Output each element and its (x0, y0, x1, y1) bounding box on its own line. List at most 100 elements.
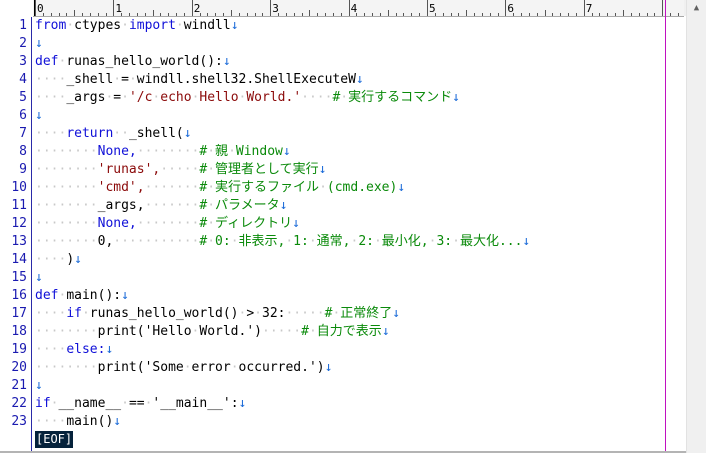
ruler-tick (411, 13, 413, 16)
whitespace-marker: ···· (35, 342, 67, 357)
line-break-icon: ↓ (35, 108, 43, 123)
code-line[interactable]: ····return··_shell(↓ (35, 125, 192, 143)
code-token: 'runas', (97, 162, 161, 177)
ruler-tick (505, 0, 507, 16)
whitespace-marker: · (66, 18, 75, 33)
whitespace-marker: · (452, 234, 460, 249)
code-token: windll (183, 18, 231, 33)
code-line[interactable]: ↓ (35, 107, 43, 125)
line-break-icon: ↓ (392, 306, 401, 321)
code-token: = (113, 90, 122, 105)
code-line[interactable]: ········print('Some·error·occurred.')↓ (35, 359, 332, 377)
whitespace-marker: ···· (301, 90, 333, 105)
code-line[interactable]: ········None,········#·親·Window↓ (35, 143, 291, 161)
code-token: 最大化... (459, 234, 523, 249)
ruler-tick (160, 13, 162, 16)
code-token: 'cmd', (97, 180, 145, 195)
whitespace-marker: · (254, 306, 262, 321)
code-line[interactable]: ↓ (35, 377, 43, 395)
code-line[interactable]: ········'runas',·····#·管理者として実行↓ (35, 161, 327, 179)
whitespace-marker: ···· (35, 72, 67, 87)
code-line[interactable]: ········0,···········#·0:·非表示,·1:·通常,·2:… (35, 233, 530, 251)
code-token: def (35, 288, 59, 303)
line-break-icon: ↓ (282, 144, 291, 159)
ruler-tick (607, 13, 609, 16)
code-token: 実行するコマンド (348, 90, 453, 105)
code-token: 最小化, (381, 234, 429, 249)
ruler-tick (82, 13, 84, 16)
whitespace-marker: ···· (35, 252, 67, 267)
code-line[interactable]: ↓ (35, 35, 43, 53)
code-token: return (66, 126, 114, 141)
whitespace-marker: ····· (285, 306, 325, 321)
code-line[interactable]: ········'cmd',·······#·実行するファイル·(cmd.exe… (35, 179, 405, 197)
code-line[interactable]: from·ctypes·import·windll↓ (35, 17, 239, 35)
ruler-tick (670, 13, 672, 16)
line-break-icon: ↓ (74, 252, 82, 267)
ruler-tick (458, 13, 460, 16)
code-line[interactable]: if·__name__·==·'__main__':↓ (35, 395, 246, 413)
code-token: main(): (66, 288, 122, 303)
ruler-tick (285, 13, 287, 16)
whitespace-marker: ····· (262, 324, 302, 339)
code-token: > (246, 306, 255, 321)
ruler-tick (262, 13, 264, 16)
ruler-tick (497, 13, 499, 16)
code-line[interactable]: ↓ (35, 269, 43, 287)
code-editor[interactable]: [EOF] from·ctypes·import·windll↓ ↓ def·run… (35, 17, 665, 453)
ruler-tick (238, 13, 240, 16)
ruler-number: 4 (350, 2, 358, 15)
ruler-tick (183, 13, 185, 16)
line-number: 10 (11, 180, 27, 195)
ruler-tick (293, 13, 295, 16)
line-number: 12 (11, 216, 27, 231)
whitespace-marker: · (207, 144, 216, 159)
ruler-tick (191, 0, 193, 16)
whitespace-marker: · (113, 72, 122, 87)
ruler-tick (560, 13, 562, 16)
ruler-tick (528, 13, 530, 16)
code-line[interactable]: def·runas_hello_world():↓ (35, 53, 231, 71)
code-line[interactable]: ····_args·=·'/c·echo·Hello·World.'····#·… (35, 89, 460, 107)
line-break-icon: ↓ (113, 414, 122, 429)
code-line[interactable]: ····_shell·=·windll.shell32.ShellExecute… (35, 71, 364, 89)
ruler-tick (395, 13, 397, 16)
code-line[interactable]: ····if·runas_hello_world()·>·32:·····#·正… (35, 305, 400, 323)
vertical-scrollbar[interactable]: ▲ (686, 0, 706, 453)
code-line[interactable]: def·main():↓ (35, 287, 129, 305)
line-break-icon: ↓ (279, 198, 288, 213)
code-token: ディレクトリ (215, 216, 293, 231)
whitespace-marker: · (230, 234, 239, 249)
code-token: 0, (97, 234, 114, 249)
code-line[interactable]: ········print('Hello·World.')·····#·自力で表… (35, 323, 390, 341)
ruler-tick (481, 13, 483, 16)
ruler-tick (654, 13, 656, 16)
code-line[interactable]: ········_args,·······#·パラメータ↓ (35, 197, 288, 215)
code-line[interactable]: ····else:↓ (35, 341, 113, 359)
code-token: from (35, 18, 67, 33)
code-line[interactable]: ····main()↓ (35, 413, 121, 431)
scroll-up-arrow-icon[interactable]: ▲ (687, 0, 706, 17)
code-line[interactable]: ····)↓ (35, 251, 82, 269)
code-line[interactable]: ········None,········#·ディレクトリ↓ (35, 215, 300, 233)
whitespace-marker: ···· (35, 414, 67, 429)
ruler-tick (442, 13, 444, 16)
line-number-gutter[interactable]: 1 2 3 4 5 6 7 8 9 10 11 12 13 14 15 16 17 18 19 20 21 22 23 (0, 17, 32, 453)
ruler-tick (207, 13, 209, 16)
ruler-number: 5 (429, 2, 436, 15)
line-break-icon: ↓ (183, 126, 192, 141)
ruler-number: 2 (193, 2, 201, 15)
line-number: 1 (19, 18, 27, 33)
whitespace-marker: · (373, 234, 382, 249)
line-number: 7 (19, 126, 27, 141)
code-token: print('Hello (97, 324, 192, 339)
whitespace-marker: ········ (35, 360, 98, 375)
whitespace-marker: · (308, 324, 317, 339)
ruler-tick (340, 13, 342, 16)
code-token: main() (66, 414, 114, 429)
whitespace-marker: ···· (35, 90, 67, 105)
line-number: 13 (11, 234, 27, 249)
ruler-tick (113, 0, 115, 16)
line-break-icon: ↓ (121, 288, 129, 303)
whitespace-marker: ·· (113, 126, 129, 141)
